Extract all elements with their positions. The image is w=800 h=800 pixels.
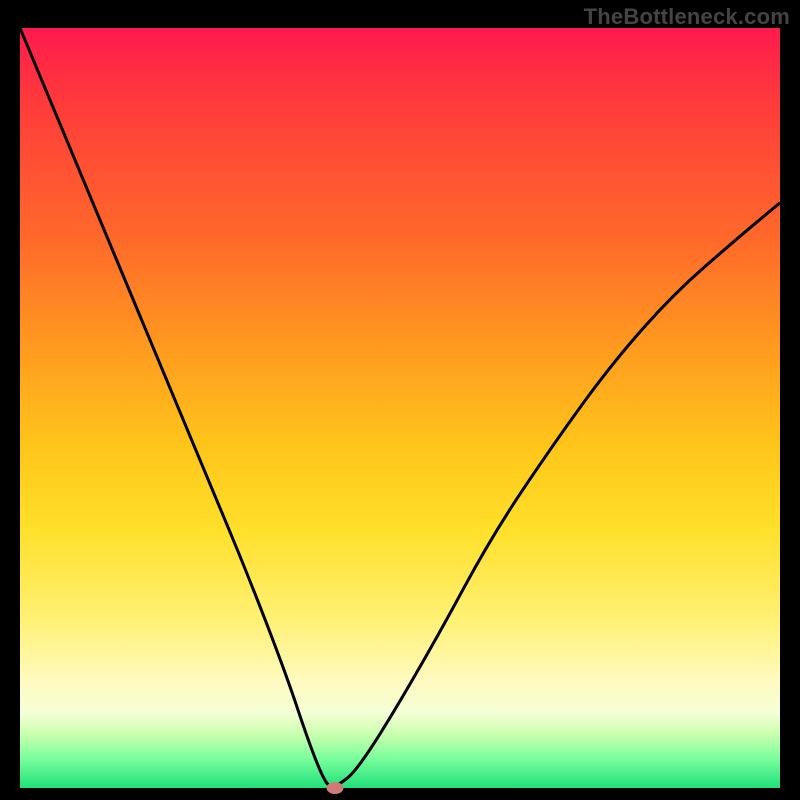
curve-path xyxy=(20,28,780,787)
chart-frame: TheBottleneck.com xyxy=(0,0,800,800)
watermark-text: TheBottleneck.com xyxy=(584,4,790,30)
minimum-marker xyxy=(327,782,344,794)
bottleneck-curve xyxy=(20,28,780,788)
plot-area xyxy=(20,28,780,788)
